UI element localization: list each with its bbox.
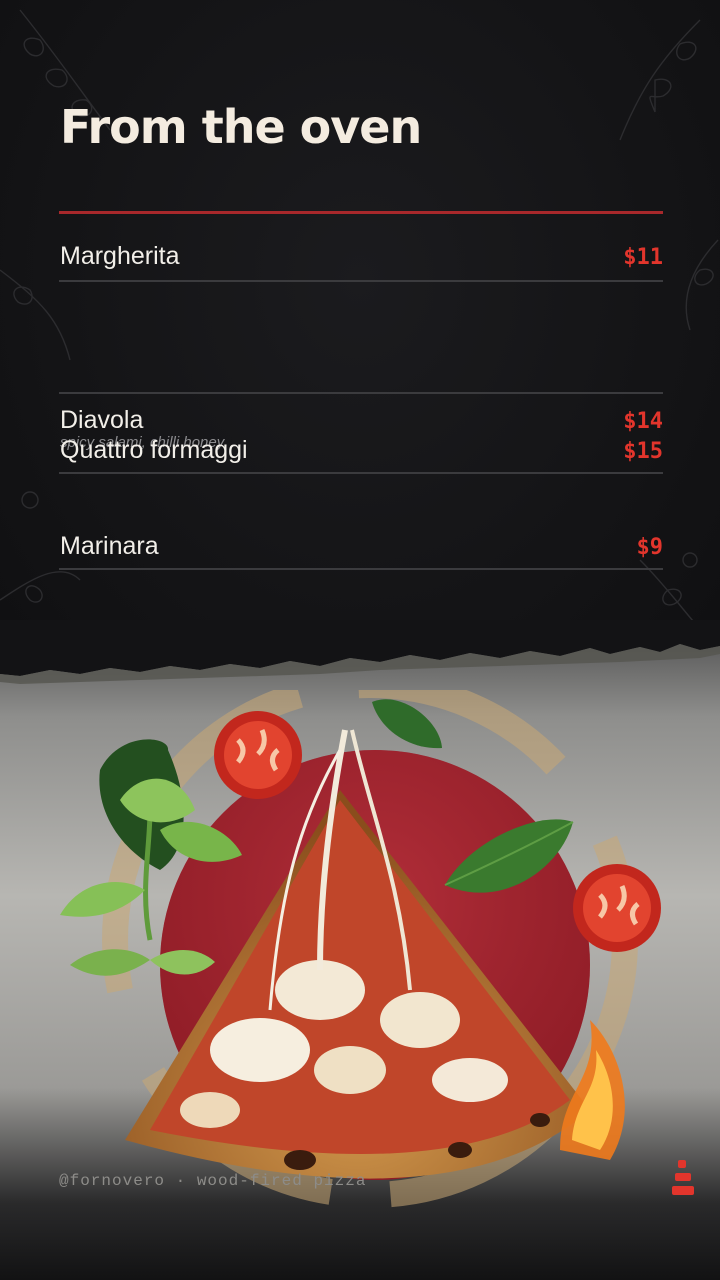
menu-item-name: Margherita — [60, 242, 180, 270]
menu-page: From the oven Margherita $11 Diavola spi… — [0, 0, 720, 1280]
footer-handle: @fornovero · wood-fired pizza — [59, 1172, 367, 1190]
menu-list: Margherita $11 Diavola spicy salami, chi… — [59, 214, 663, 570]
menu-item-price: $11 — [623, 245, 663, 270]
menu-item: Marinara $9 — [59, 474, 663, 570]
menu-item-name: Quattro formaggi — [60, 436, 248, 464]
menu-item-name: Marinara — [60, 532, 159, 560]
stacked-bars-logo-icon — [672, 1160, 694, 1195]
menu-item-price: $15 — [623, 439, 663, 464]
menu-item: Margherita $11 — [59, 214, 663, 282]
tomato-slice — [573, 864, 661, 952]
tomato-slice — [214, 711, 302, 799]
menu-item-price: $9 — [636, 535, 664, 560]
menu-item: Diavola spicy salami, chilli honey $14 — [59, 282, 663, 451]
pizza-illustration — [60, 690, 661, 1208]
page-title: From the oven — [60, 100, 422, 154]
menu-item: Quattro formaggi $15 — [59, 394, 663, 474]
